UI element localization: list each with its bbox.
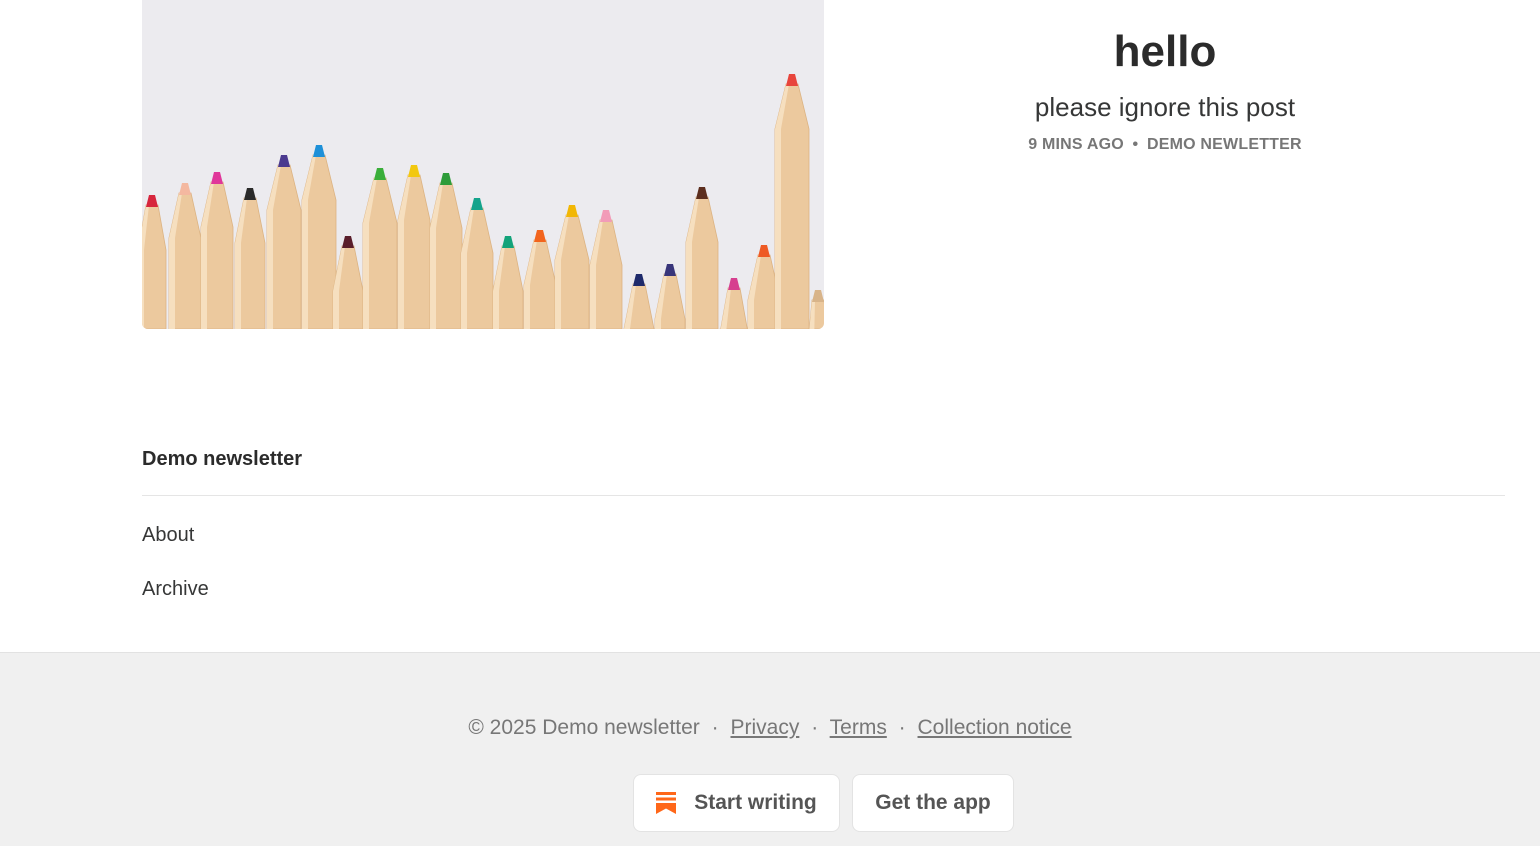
start-writing-button[interactable]: Start writing bbox=[633, 774, 840, 832]
post-title[interactable]: hello bbox=[930, 22, 1400, 82]
post-meta: 9 MINS AGO • DEMO NEWLETTER bbox=[930, 136, 1400, 154]
post-subtitle: please ignore this post bbox=[1034, 92, 1296, 122]
page: hello please ignore this post 9 MINS AGO… bbox=[0, 0, 1540, 846]
footer-separator: · bbox=[811, 716, 819, 739]
footer-separator: · bbox=[711, 716, 719, 739]
meta-separator: • bbox=[1132, 136, 1139, 153]
substack-bookmark-icon bbox=[656, 792, 677, 814]
copyright-text: © 2025 Demo newsletter bbox=[468, 716, 700, 739]
post-header: hello please ignore this post 9 MINS AGO… bbox=[930, 22, 1400, 154]
privacy-link[interactable]: Privacy bbox=[730, 716, 799, 739]
post-timestamp: 9 MINS AGO bbox=[1028, 136, 1124, 153]
start-writing-label: Start writing bbox=[694, 791, 817, 814]
collection-notice-link[interactable]: Collection notice bbox=[918, 716, 1072, 739]
post-publication-link[interactable]: DEMO NEWLETTER bbox=[1147, 136, 1302, 153]
post-cover-image[interactable] bbox=[142, 0, 824, 329]
colored-pencils-image bbox=[142, 74, 824, 329]
nav-link-about[interactable]: About bbox=[142, 524, 194, 547]
footer-legal-line: © 2025 Demo newsletter · Privacy · Terms… bbox=[0, 716, 1540, 740]
get-the-app-button[interactable]: Get the app bbox=[852, 774, 1014, 832]
terms-link[interactable]: Terms bbox=[830, 716, 887, 739]
publication-name[interactable]: Demo newsletter bbox=[142, 448, 302, 471]
footer-separator: · bbox=[898, 716, 906, 739]
get-the-app-label: Get the app bbox=[875, 791, 991, 814]
nav-link-archive[interactable]: Archive bbox=[142, 578, 209, 601]
footer: © 2025 Demo newsletter · Privacy · Terms… bbox=[0, 652, 1540, 846]
divider bbox=[142, 495, 1505, 496]
